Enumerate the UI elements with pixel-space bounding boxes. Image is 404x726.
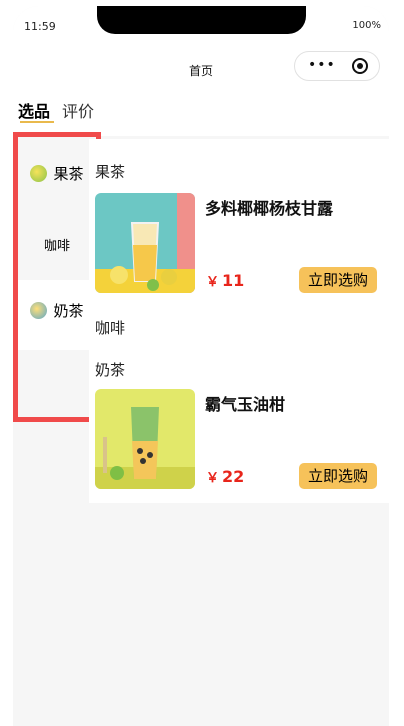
buy-now-button[interactable]: 立即选购 bbox=[299, 267, 377, 293]
product-image bbox=[95, 193, 195, 293]
tab-pingjia[interactable]: 评价 bbox=[62, 98, 94, 122]
product-card[interactable]: 霸气玉油柑 ￥ 22 立即选购 bbox=[95, 389, 377, 491]
product-name: 霸气玉油柑 bbox=[205, 395, 286, 414]
sidebar-item-guocha[interactable]: 果茶 bbox=[18, 143, 96, 213]
milk-tea-icon bbox=[30, 302, 48, 319]
active-tab-indicator bbox=[20, 121, 54, 123]
fruit-tea-icon bbox=[30, 165, 48, 182]
sidebar-item-naicha[interactable]: 奶茶 bbox=[18, 280, 96, 350]
sidebar-item-kafei[interactable]: 咖啡 bbox=[18, 213, 96, 283]
section-title-kafei: 咖啡 bbox=[95, 319, 126, 337]
product-price: ￥ 22 bbox=[206, 467, 244, 486]
section-title-guocha: 果茶 bbox=[95, 163, 126, 181]
buy-now-button[interactable]: 立即选购 bbox=[299, 463, 377, 489]
sidebar-item-label: 奶茶 bbox=[53, 302, 84, 320]
product-image bbox=[95, 389, 195, 489]
phone-frame: 11:59 100% 首页 ••• 选品 评价 果茶 咖啡 奶茶 果茶 多料椰椰… bbox=[13, 6, 389, 726]
sidebar-item-label: 咖啡 bbox=[43, 239, 70, 254]
product-card[interactable]: 多料椰椰杨枝甘露 ￥ 11 立即选购 bbox=[95, 193, 377, 295]
more-dots-icon[interactable]: ••• bbox=[308, 57, 336, 73]
price-value: 22 bbox=[222, 467, 245, 486]
product-price: ￥ 11 bbox=[206, 271, 244, 290]
capsule-target-icon[interactable] bbox=[352, 58, 368, 74]
sidebar-item-label: 果茶 bbox=[53, 165, 84, 183]
price-value: 11 bbox=[222, 271, 245, 290]
currency-symbol: ￥ bbox=[206, 275, 220, 290]
tab-xuanpin[interactable]: 选品 bbox=[18, 98, 50, 122]
section-title-naicha: 奶茶 bbox=[95, 361, 126, 379]
status-time: 11:59 bbox=[24, 20, 56, 33]
mini-program-capsule[interactable]: ••• bbox=[294, 51, 380, 81]
currency-symbol: ￥ bbox=[206, 471, 220, 486]
device-notch bbox=[97, 6, 306, 34]
product-name: 多料椰椰杨枝甘露 bbox=[205, 199, 334, 218]
product-list: 果茶 多料椰椰杨枝甘露 ￥ 11 立即选购 咖啡 奶茶 霸气玉油柑 ￥ 22 立… bbox=[89, 139, 389, 503]
category-sidebar: 果茶 咖啡 奶茶 bbox=[13, 132, 101, 422]
status-battery: 100% bbox=[352, 20, 381, 31]
